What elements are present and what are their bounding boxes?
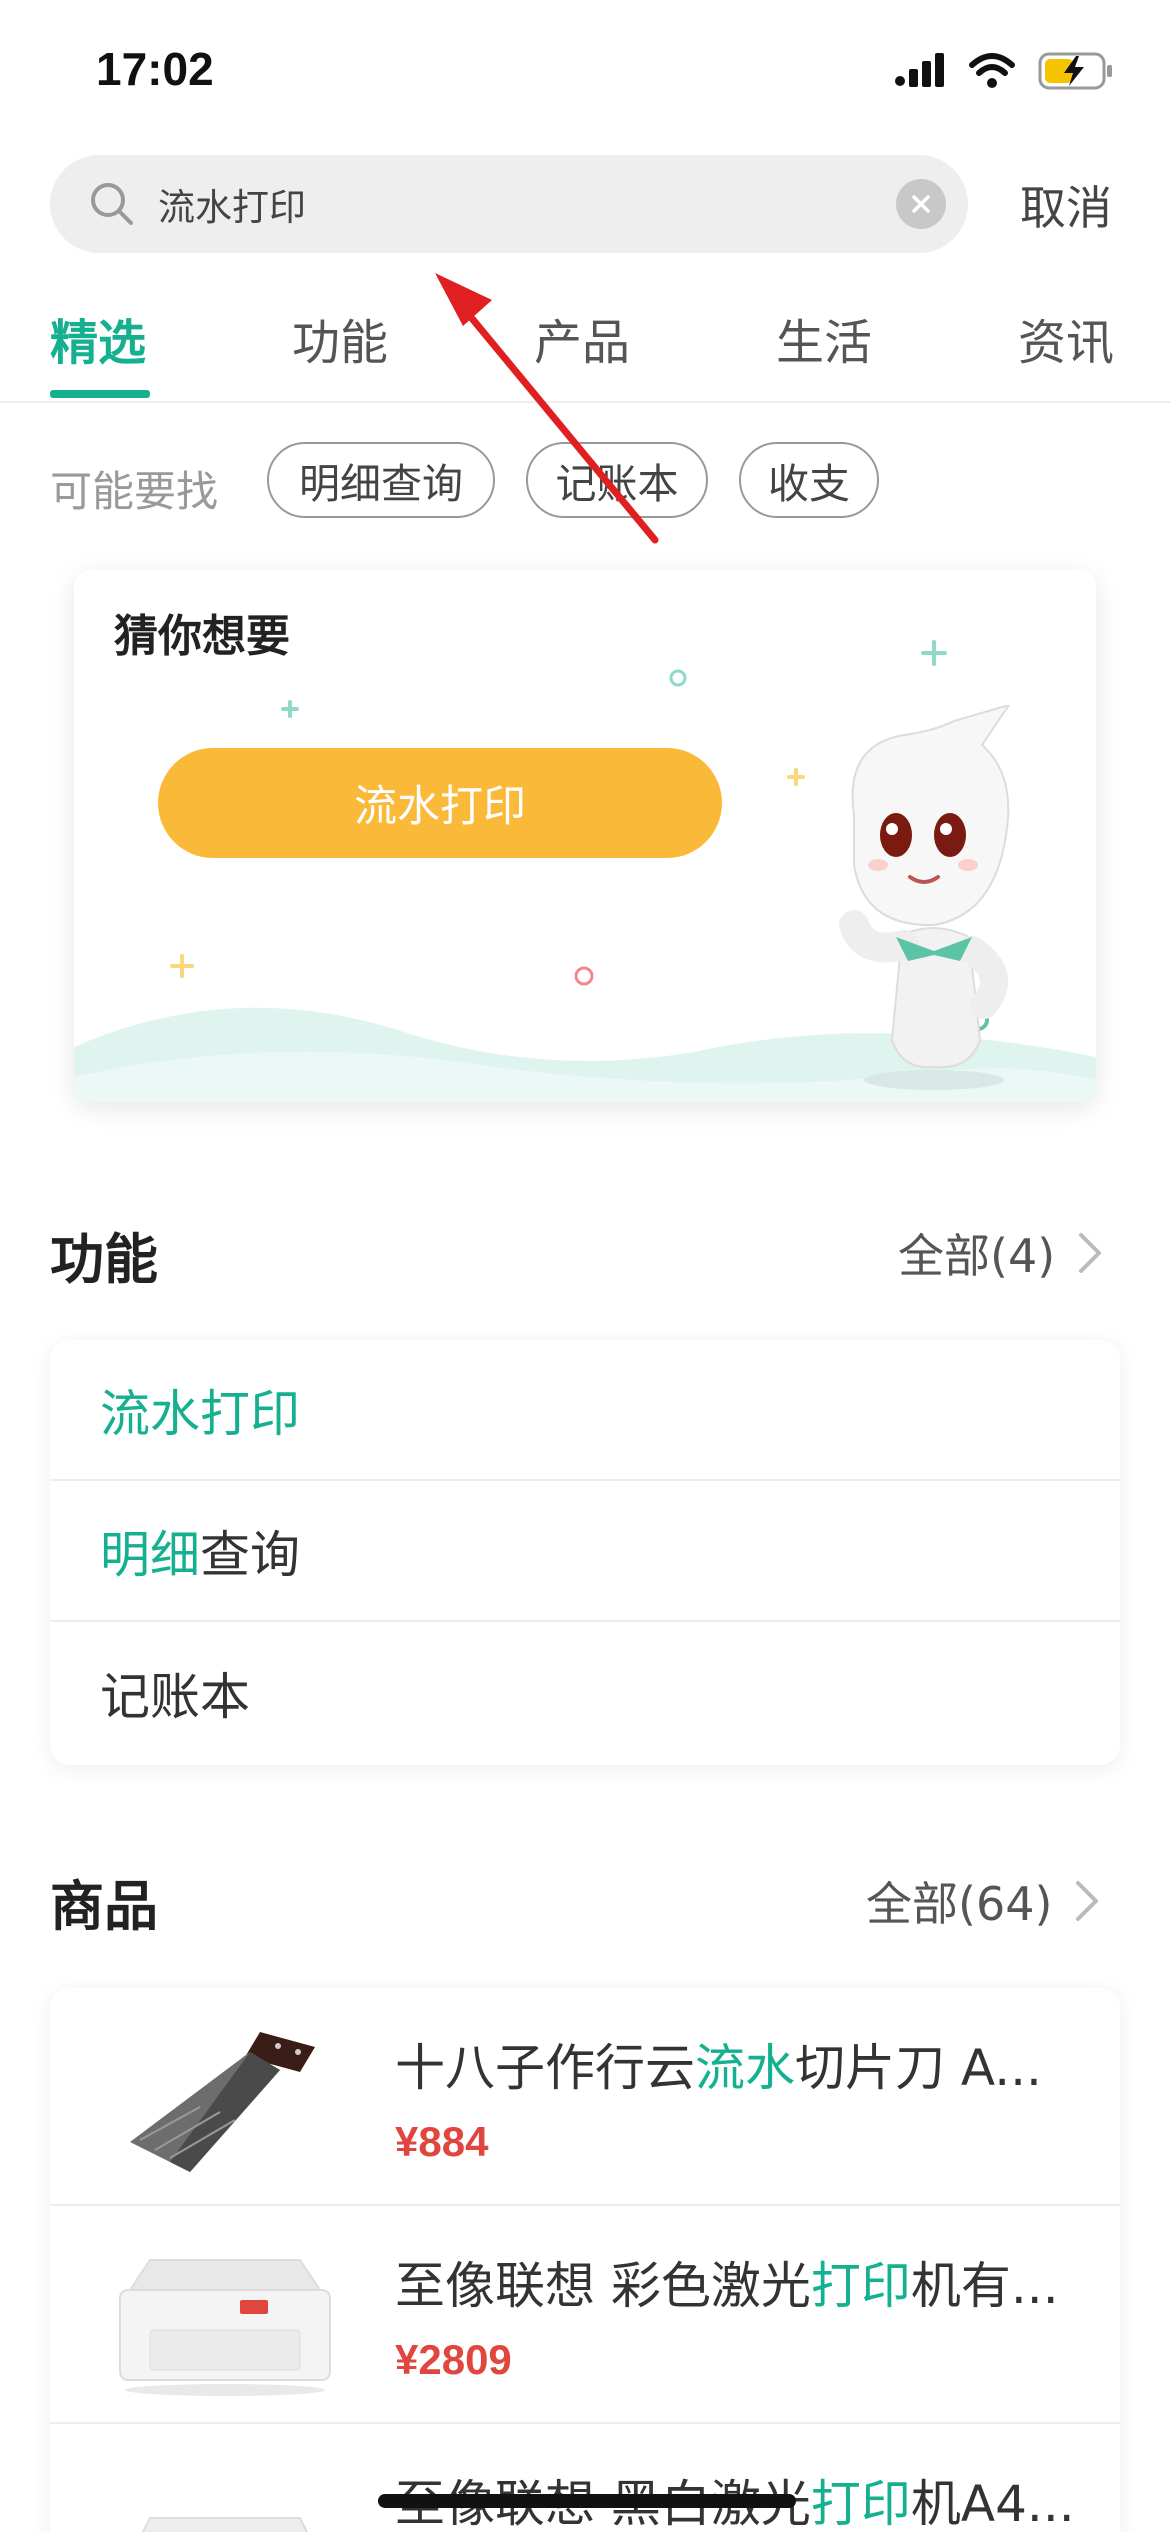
home-indicator[interactable] — [378, 2494, 796, 2508]
annotation-arrow-icon — [435, 273, 659, 544]
